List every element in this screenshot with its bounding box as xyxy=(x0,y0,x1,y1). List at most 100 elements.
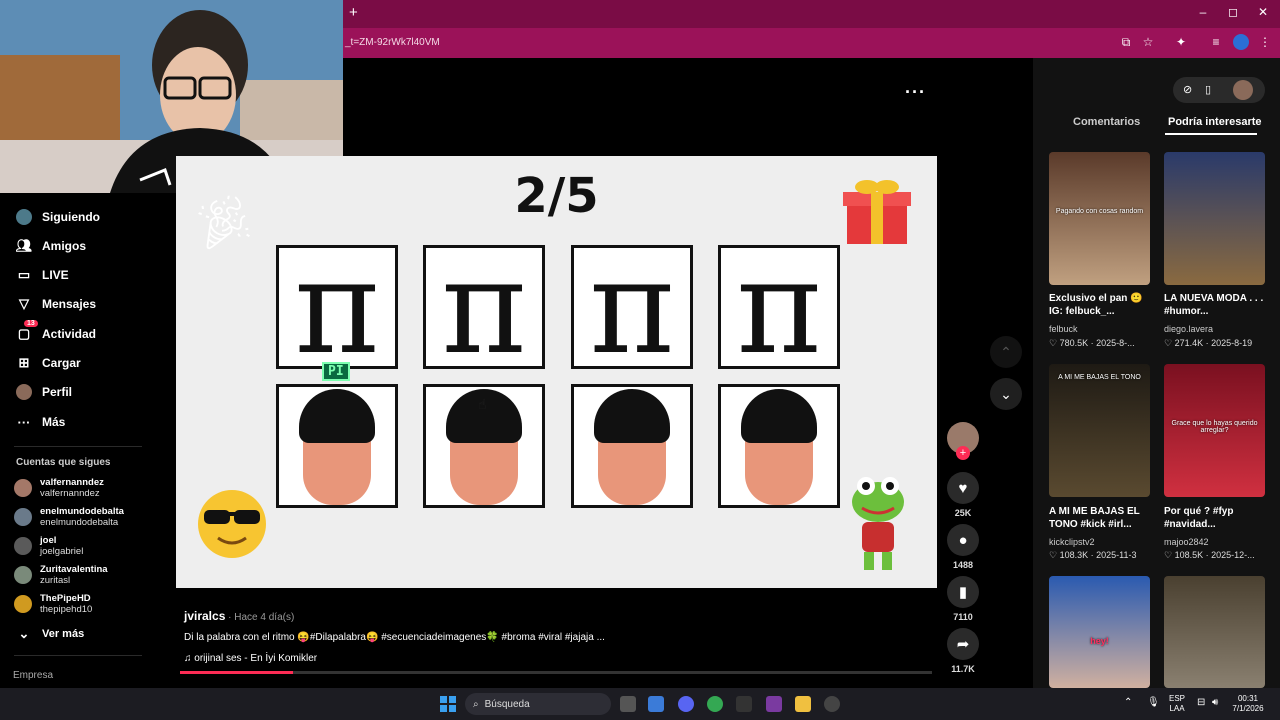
address-bar: _t=ZM-92rWk7l40VM ⧉ ☆ ✦ ≡ ⋮ xyxy=(343,28,1280,58)
following-account[interactable]: valfernanndez valfernanndez xyxy=(14,477,104,499)
following-account[interactable]: joel joelgabriel xyxy=(14,535,83,557)
pi-card: π xyxy=(276,232,398,382)
video-author[interactable]: majoo2842 xyxy=(1164,537,1209,547)
search-label: Búsqueda xyxy=(484,698,530,710)
video-player[interactable]: 2/5 🎉︎ π π π π PI xyxy=(176,156,937,588)
video-thumbnail[interactable]: Grace que lo hayas querido arreglar? xyxy=(1164,364,1265,497)
video-title[interactable]: LA NUEVA MODA . . . #humor... xyxy=(1164,292,1264,318)
taskbar-search[interactable]: ⌕ Búsqueda xyxy=(465,693,611,715)
video-thumbnail[interactable] xyxy=(1164,576,1265,688)
sidebar-item-mas[interactable]: ··· Más xyxy=(16,411,66,433)
avatar xyxy=(14,537,32,555)
clock[interactable]: 00:31 7/1/2026 xyxy=(1228,694,1268,714)
save-button[interactable]: ▮ 7110 xyxy=(947,576,979,622)
creator-avatar[interactable]: + xyxy=(947,422,979,460)
chevron-down-icon: ⌄ xyxy=(18,626,30,641)
profile-avatar-icon[interactable] xyxy=(1233,34,1249,50)
windows-taskbar: ⌕ Búsqueda ⌃ 🎙︎ ESP LAA ⊟ 🔊︎ 00:31 7/1/20… xyxy=(0,688,1280,720)
tray-chevron-icon[interactable]: ⌃ xyxy=(1124,698,1132,708)
video-title[interactable]: Exclusivo el pan 🙂 IG: felbuck_... xyxy=(1049,292,1149,318)
top-right-controls: ⊘ ▯ xyxy=(1173,77,1265,103)
compass-icon[interactable]: ⊘ xyxy=(1183,83,1192,96)
discord-icon[interactable] xyxy=(678,696,694,712)
face-card xyxy=(276,384,398,508)
avatar xyxy=(14,595,32,613)
more-options-icon[interactable]: ··· xyxy=(905,82,926,103)
footer-company-link[interactable]: Empresa xyxy=(13,670,53,681)
post-time: · Hace 4 día(s) xyxy=(225,612,295,623)
comment-count: 1488 xyxy=(952,560,974,570)
notification-badge: 13 xyxy=(24,320,38,327)
following-account[interactable]: Zuritavalentina zuritasl xyxy=(14,564,108,586)
save-count: 7110 xyxy=(953,612,973,622)
volume-icon[interactable]: 🔊︎ xyxy=(1212,698,1218,708)
reading-list-icon[interactable]: ≡ xyxy=(1208,34,1224,50)
new-tab-button[interactable]: + xyxy=(349,4,358,21)
video-thumbnail[interactable]: hey! xyxy=(1049,576,1150,688)
kebab-menu-icon[interactable]: ⋮ xyxy=(1257,34,1273,50)
chevron-up-icon: ⌃ xyxy=(1000,343,1012,360)
progress-fill xyxy=(180,671,293,674)
network-icon[interactable]: ⊟ xyxy=(1197,698,1205,708)
user-avatar[interactable] xyxy=(1233,80,1253,100)
microphone-icon[interactable]: 🎙︎ xyxy=(1147,698,1160,708)
url-text[interactable]: _t=ZM-92rWk7l40VM xyxy=(345,37,440,48)
avatar-icon xyxy=(16,209,32,225)
chrome-icon[interactable] xyxy=(707,696,723,712)
obs-icon[interactable] xyxy=(766,696,782,712)
cool-emoji-icon xyxy=(198,490,266,558)
following-account[interactable]: ThePipeHD thepipehd10 xyxy=(14,593,92,615)
video-thumbnail[interactable] xyxy=(1164,152,1265,285)
video-thumbnail[interactable]: Pagando con cosas random xyxy=(1049,152,1150,285)
video-thumbnail[interactable]: A MI ME BAJAS EL TONO xyxy=(1049,364,1150,497)
share-button[interactable]: ➦ 11.7K xyxy=(947,628,979,674)
following-account[interactable]: enelmundodebalta enelmundodebalta xyxy=(14,506,124,528)
copilot-icon[interactable] xyxy=(648,696,664,712)
bookmark-star-icon[interactable]: ☆ xyxy=(1140,34,1156,50)
next-video-button[interactable]: ⌄ xyxy=(990,378,1022,410)
video-author[interactable]: felbuck xyxy=(1049,324,1078,334)
browser-tab-bar: + – ◻ ✕ xyxy=(343,0,1280,28)
language-indicator[interactable]: ESP LAA xyxy=(1164,694,1190,714)
minimize-button[interactable]: – xyxy=(1193,5,1213,19)
sidebar-item-mensajes[interactable]: ▽ Mensajes xyxy=(16,293,96,315)
sidebar-item-actividad[interactable]: ▢ 13 Actividad xyxy=(16,320,97,345)
see-more-button[interactable]: ⌄ Ver más xyxy=(16,623,85,645)
install-icon[interactable]: ⧉ xyxy=(1118,34,1134,50)
nav-label: Actividad xyxy=(42,327,97,341)
windows-start-icon[interactable] xyxy=(440,696,456,712)
like-button[interactable]: ♥ 25K xyxy=(947,472,979,518)
tab-comentarios[interactable]: Comentarios xyxy=(1073,116,1140,128)
maximize-button[interactable]: ◻ xyxy=(1223,5,1243,19)
previous-video-button[interactable]: ⌃ xyxy=(990,336,1022,368)
sidebar-item-live[interactable]: ▭ LIVE xyxy=(16,264,69,286)
face-card xyxy=(718,384,840,508)
nav-label: Perfil xyxy=(42,385,73,399)
search-icon: ⌕ xyxy=(473,698,479,710)
app-icon[interactable] xyxy=(736,696,752,712)
video-author[interactable]: kickclipstv2 xyxy=(1049,537,1095,547)
video-author[interactable]: diego.lavera xyxy=(1164,324,1213,334)
extensions-icon[interactable]: ✦ xyxy=(1173,34,1189,50)
sidebar-item-cargar[interactable]: ⊞ Cargar xyxy=(16,352,81,374)
file-explorer-icon[interactable] xyxy=(795,696,811,712)
tab-podria-interesarte[interactable]: Podría interesarte xyxy=(1168,116,1262,128)
device-icon[interactable]: ▯ xyxy=(1205,83,1211,96)
video-title[interactable]: Por qué ? #fyp #navidad... xyxy=(1164,505,1264,531)
video-progress-bar[interactable] xyxy=(180,671,932,674)
follow-plus-icon[interactable]: + xyxy=(956,446,970,460)
video-author[interactable]: jviralcs · Hace 4 día(s) xyxy=(184,609,294,623)
sidebar-item-perfil[interactable]: Perfil xyxy=(16,381,72,403)
pi-card: π xyxy=(423,232,545,382)
close-button[interactable]: ✕ xyxy=(1253,5,1273,19)
video-stats: ♡ 780.5K · 2025-8-... xyxy=(1049,338,1135,348)
comment-button[interactable]: ● 1488 xyxy=(947,524,979,570)
music-info[interactable]: ♫ orijinal ses - En İyi Komikler xyxy=(184,653,317,664)
task-view-icon[interactable] xyxy=(620,696,636,712)
nav-label: Cargar xyxy=(42,356,81,370)
sidebar-item-siguiendo[interactable]: Siguiendo xyxy=(16,206,100,228)
sidebar-item-amigos[interactable]: 👥︎ Amigos xyxy=(16,235,86,257)
video-title[interactable]: A MI ME BAJAS EL TONO #kick #irl... xyxy=(1049,505,1149,531)
steam-icon[interactable] xyxy=(824,696,840,712)
nav-label: LIVE xyxy=(42,268,69,282)
